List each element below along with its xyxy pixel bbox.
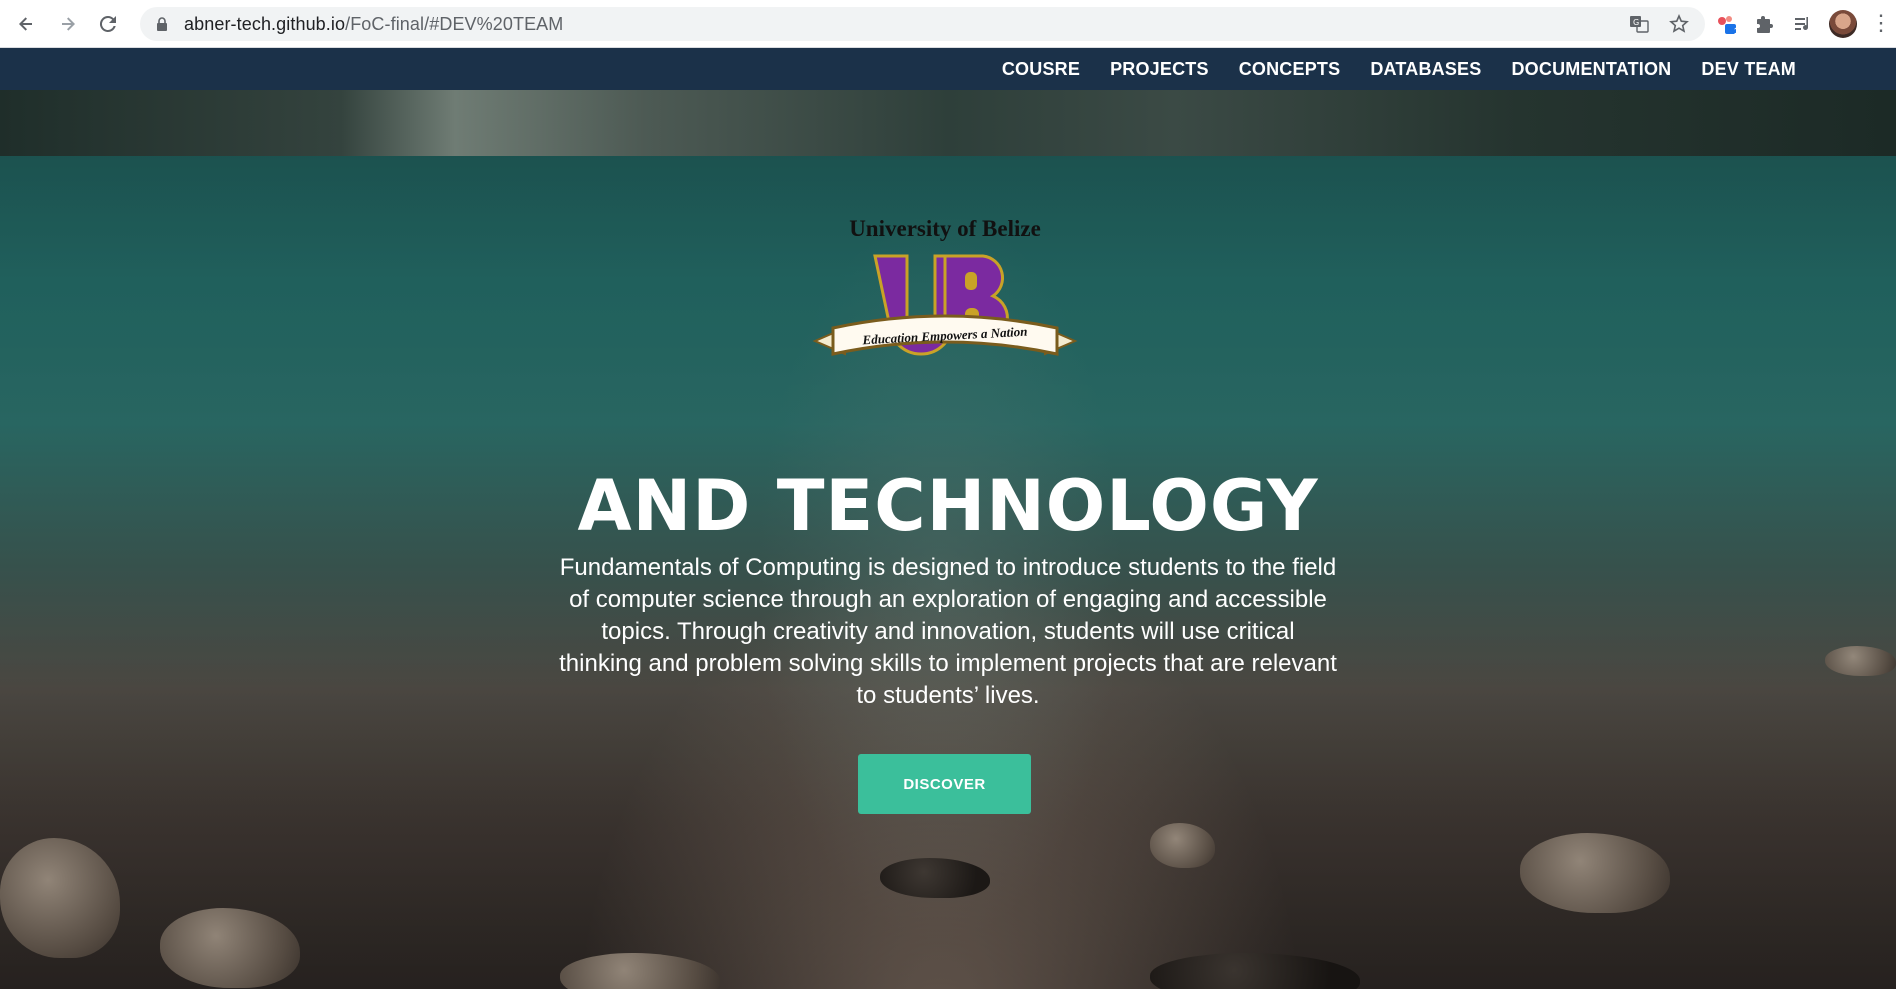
discover-button[interactable]: DISCOVER xyxy=(858,754,1031,814)
nav-item-documentation[interactable]: DOCUMENTATION xyxy=(1511,59,1671,80)
nav-item-databases[interactable]: DATABASES xyxy=(1370,59,1481,80)
site-navbar: COUSRE PROJECTS CONCEPTS DATABASES DOCUM… xyxy=(0,48,1896,90)
url-text[interactable]: abner-tech.github.io/FoC-final/#DEV%20TE… xyxy=(184,14,563,35)
ub-crest-icon xyxy=(812,254,1078,356)
rock-image xyxy=(1825,646,1896,676)
svg-text:G: G xyxy=(1633,18,1639,27)
reload-icon xyxy=(99,15,116,32)
extension-badge-icon[interactable]: 1 xyxy=(1715,12,1739,36)
lock-icon xyxy=(154,16,170,32)
url-path: /FoC-final/#DEV%20TEAM xyxy=(345,13,564,34)
webpage: COUSRE PROJECTS CONCEPTS DATABASES DOCUM… xyxy=(0,48,1896,989)
reload-button[interactable] xyxy=(94,10,122,38)
back-button[interactable] xyxy=(12,10,40,38)
more-menu-icon[interactable]: ⋮ xyxy=(1870,12,1892,34)
extension-badge-count: 1 xyxy=(1733,26,1739,36)
hero-description: Fundamentals of Computing is designed to… xyxy=(559,554,1337,709)
hero-title: AND TECHNOLOGY xyxy=(577,465,1319,547)
address-bar[interactable]: abner-tech.github.io/FoC-final/#DEV%20TE… xyxy=(140,7,1705,41)
rock-image xyxy=(880,858,990,898)
forward-button[interactable] xyxy=(54,10,82,38)
arrow-right-icon xyxy=(62,17,75,31)
bookmark-star-icon[interactable] xyxy=(1667,12,1691,36)
nav-item-course[interactable]: COUSRE xyxy=(1002,59,1080,80)
extensions-puzzle-icon[interactable] xyxy=(1753,12,1777,36)
mountain-background xyxy=(0,90,1896,156)
browser-toolbar: abner-tech.github.io/FoC-final/#DEV%20TE… xyxy=(0,0,1896,48)
media-queue-icon[interactable] xyxy=(1791,12,1815,36)
profile-avatar[interactable] xyxy=(1829,10,1857,38)
translate-icon[interactable]: G xyxy=(1627,12,1651,36)
university-logo: University of Belize Education Empowers … xyxy=(805,216,1085,376)
url-host: abner-tech.github.io xyxy=(184,13,346,34)
arrow-left-icon xyxy=(19,17,32,31)
nav-item-projects[interactable]: PROJECTS xyxy=(1110,59,1209,80)
nav-item-dev-team[interactable]: DEV TEAM xyxy=(1701,59,1796,80)
nav-item-concepts[interactable]: CONCEPTS xyxy=(1239,59,1341,80)
